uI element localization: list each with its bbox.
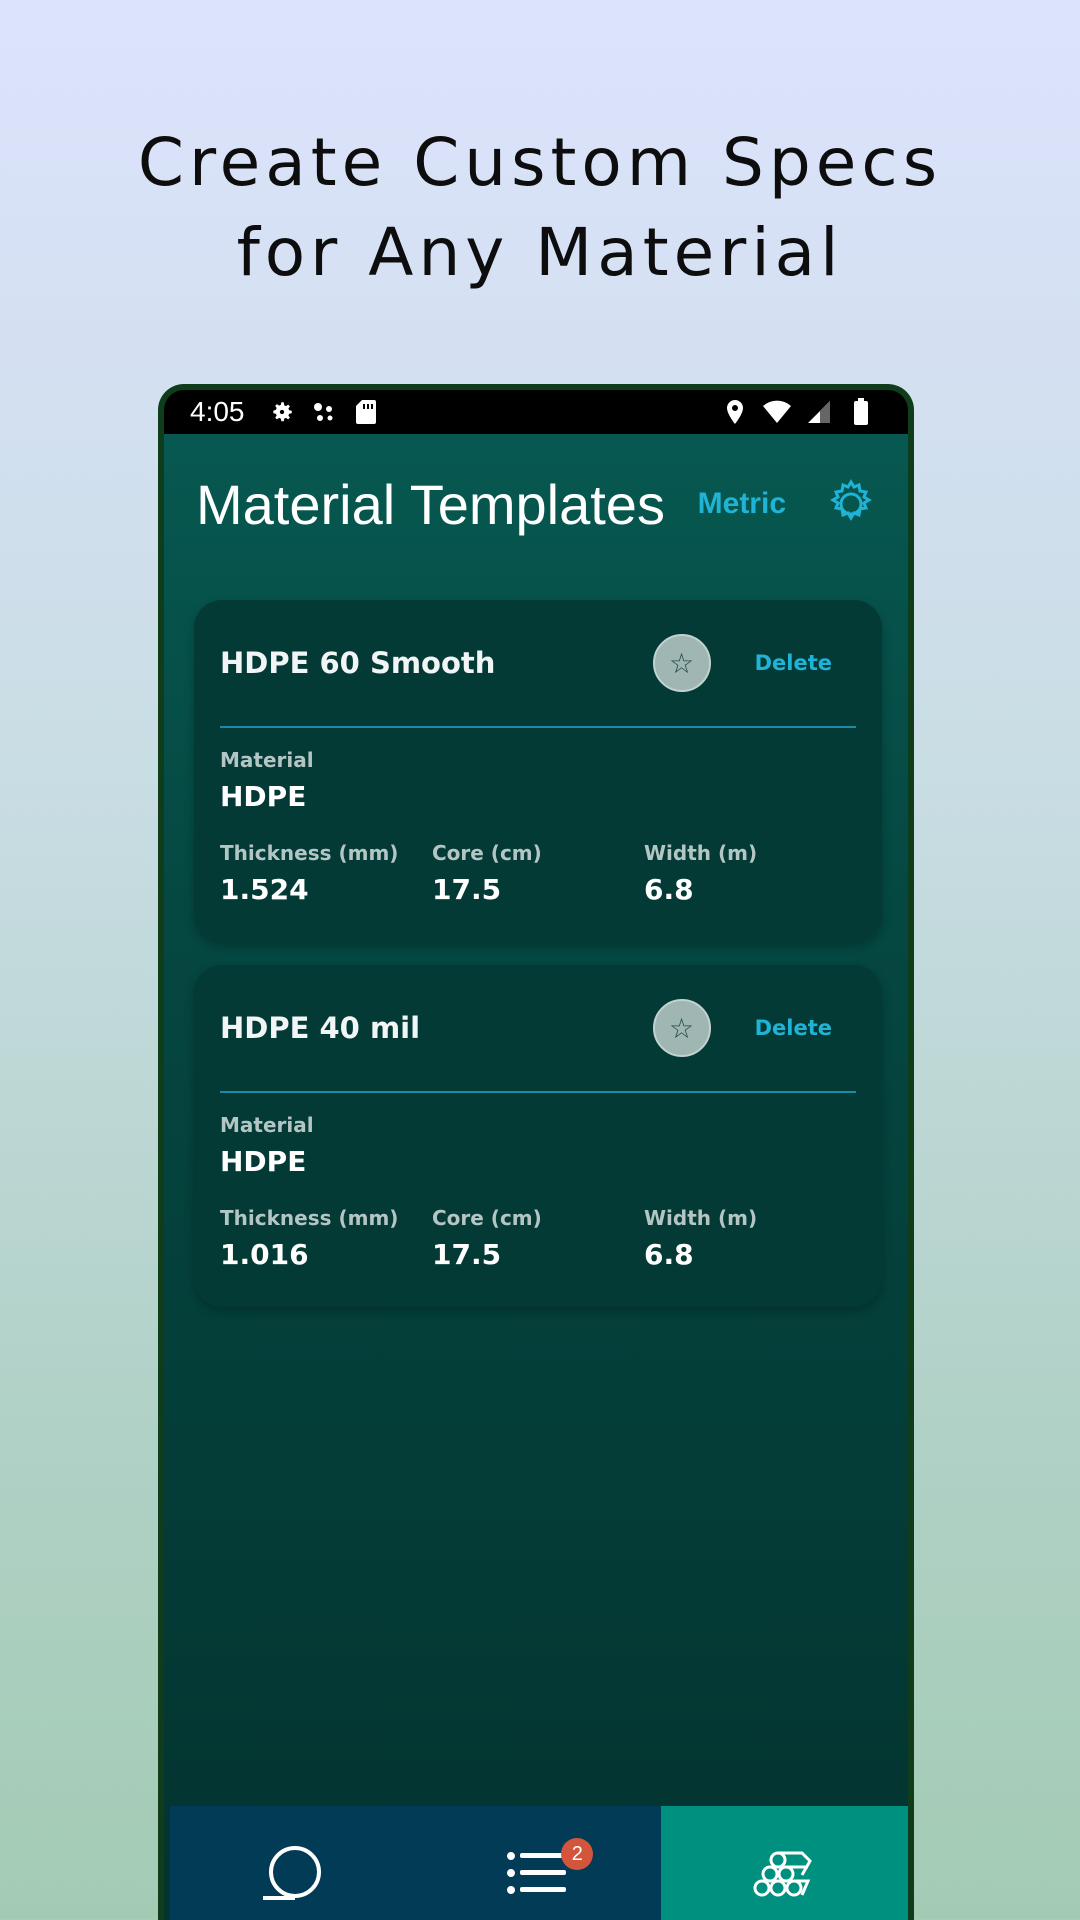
cell-signal-icon bbox=[804, 397, 834, 427]
stat-label: Core (cm) bbox=[432, 841, 542, 865]
stat-label: Core (cm) bbox=[432, 1206, 542, 1230]
roll-icon bbox=[261, 1844, 325, 1906]
delete-button[interactable]: Delete bbox=[755, 651, 832, 675]
material-value: HDPE bbox=[220, 1145, 307, 1178]
thickness-stat: Thickness (mm) 1.524 bbox=[220, 841, 432, 906]
material-label: Material bbox=[220, 748, 314, 772]
sd-card-icon bbox=[351, 397, 381, 427]
spec-stats: Thickness (mm) 1.524 Core (cm) 17.5 Widt… bbox=[220, 841, 856, 906]
nav-item-rolls[interactable] bbox=[170, 1806, 416, 1920]
app-bar: Material Templates Metric bbox=[164, 434, 908, 574]
template-name: HDPE 40 mil bbox=[220, 1011, 421, 1045]
material-field: Material HDPE bbox=[220, 748, 856, 813]
card-header: HDPE 60 Smooth ☆ Delete bbox=[220, 600, 856, 728]
assistant-dots-icon bbox=[309, 397, 339, 427]
headline-line-2: for Any Material bbox=[236, 214, 844, 291]
stat-label: Thickness (mm) bbox=[220, 841, 399, 865]
favorite-star-icon[interactable]: ☆ bbox=[652, 999, 711, 1057]
battery-icon bbox=[846, 397, 876, 427]
status-bar: 4:05 bbox=[164, 390, 908, 434]
stat-value: 17.5 bbox=[432, 1238, 502, 1271]
bottom-navigation: 2 bbox=[170, 1806, 908, 1920]
phone-frame: 4:05 Material Templates Metric HDPE 60 S… bbox=[158, 384, 914, 1920]
template-card[interactable]: HDPE 40 mil ☆ Delete Material HDPE Thick… bbox=[194, 965, 882, 1307]
wifi-icon bbox=[762, 397, 792, 427]
card-header: HDPE 40 mil ☆ Delete bbox=[220, 965, 856, 1093]
spec-stats: Thickness (mm) 1.016 Core (cm) 17.5 Widt… bbox=[220, 1206, 856, 1271]
favorite-star-icon[interactable]: ☆ bbox=[652, 634, 711, 692]
width-stat: Width (m) 6.8 bbox=[644, 841, 856, 906]
list-icon bbox=[506, 1850, 570, 1900]
stat-value: 6.8 bbox=[644, 1238, 694, 1271]
template-name: HDPE 60 Smooth bbox=[220, 646, 496, 680]
stat-value: 1.016 bbox=[220, 1238, 309, 1271]
app-screen: 4:05 Material Templates Metric HDPE 60 S… bbox=[164, 390, 908, 1920]
nav-item-templates[interactable] bbox=[660, 1806, 908, 1920]
pipes-stack-icon bbox=[752, 1848, 816, 1902]
stat-label: Width (m) bbox=[644, 841, 758, 865]
thickness-stat: Thickness (mm) 1.016 bbox=[220, 1206, 432, 1271]
core-stat: Core (cm) 17.5 bbox=[432, 1206, 644, 1271]
material-label: Material bbox=[220, 1113, 314, 1137]
gear-icon[interactable] bbox=[826, 479, 876, 529]
location-icon bbox=[720, 397, 750, 427]
stat-value: 1.524 bbox=[220, 873, 309, 906]
material-field: Material HDPE bbox=[220, 1113, 856, 1178]
page-title: Material Templates bbox=[196, 472, 665, 536]
unit-toggle-button[interactable]: Metric bbox=[698, 487, 786, 521]
nav-item-list[interactable]: 2 bbox=[415, 1806, 661, 1920]
stat-label: Width (m) bbox=[644, 1206, 758, 1230]
core-stat: Core (cm) 17.5 bbox=[432, 841, 644, 906]
delete-button[interactable]: Delete bbox=[755, 1016, 832, 1040]
status-time: 4:05 bbox=[190, 396, 245, 427]
stat-label: Thickness (mm) bbox=[220, 1206, 399, 1230]
promo-headline: Create Custom Specs for Any Material bbox=[0, 118, 1080, 298]
stat-value: 17.5 bbox=[432, 873, 502, 906]
settings-icon bbox=[267, 397, 297, 427]
stat-value: 6.8 bbox=[644, 873, 694, 906]
headline-line-1: Create Custom Specs bbox=[137, 124, 943, 201]
width-stat: Width (m) 6.8 bbox=[644, 1206, 856, 1271]
notification-badge: 2 bbox=[561, 1838, 594, 1870]
material-value: HDPE bbox=[220, 780, 307, 813]
template-card[interactable]: HDPE 60 Smooth ☆ Delete Material HDPE Th… bbox=[194, 600, 882, 942]
